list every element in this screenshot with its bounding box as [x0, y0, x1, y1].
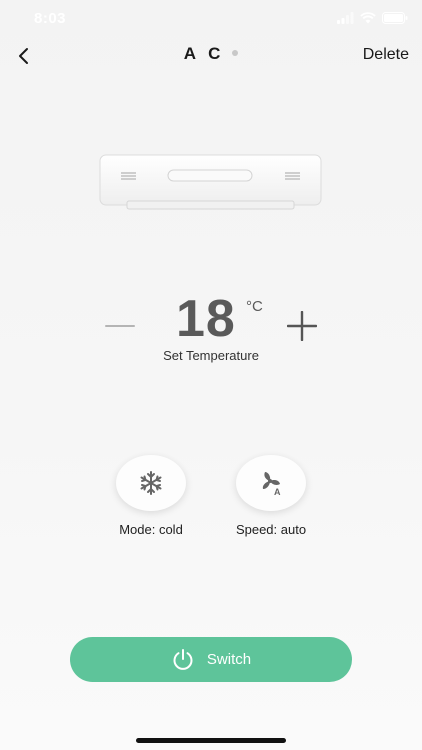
home-indicator[interactable]	[136, 738, 286, 743]
page-title-wrap: A C	[0, 44, 422, 64]
increase-temperature-button[interactable]	[282, 306, 322, 346]
ac-unit-illustration	[99, 154, 322, 210]
temperature-unit: °C	[246, 298, 263, 315]
temperature-label: Set Temperature	[163, 348, 259, 363]
speed-button[interactable]: A	[236, 455, 306, 511]
minus-icon	[105, 325, 135, 327]
temperature-value: 18	[176, 290, 236, 348]
mode-label: Mode: cold	[119, 522, 183, 537]
delete-button[interactable]: Delete	[363, 46, 409, 64]
status-dot	[232, 50, 239, 57]
status-time: 8:03	[34, 10, 67, 27]
switch-label: Switch	[206, 651, 252, 668]
fan-auto-icon: A	[262, 472, 281, 497]
status-bar: 8:03	[0, 0, 422, 40]
switch-button[interactable]: Switch	[70, 637, 352, 682]
decrease-temperature-button[interactable]	[100, 306, 140, 346]
power-icon	[173, 648, 193, 670]
snowflake-icon	[140, 471, 162, 495]
page-title: A C	[183, 44, 225, 63]
svg-text:A: A	[274, 487, 281, 497]
plus-icon	[287, 311, 317, 341]
speed-label: Speed: auto	[235, 522, 307, 537]
wifi-icon	[360, 12, 376, 24]
signal-icon	[337, 12, 354, 24]
battery-icon	[382, 12, 408, 24]
header: A C Delete	[0, 36, 422, 76]
mode-button[interactable]	[116, 455, 186, 511]
status-icons	[337, 12, 408, 24]
